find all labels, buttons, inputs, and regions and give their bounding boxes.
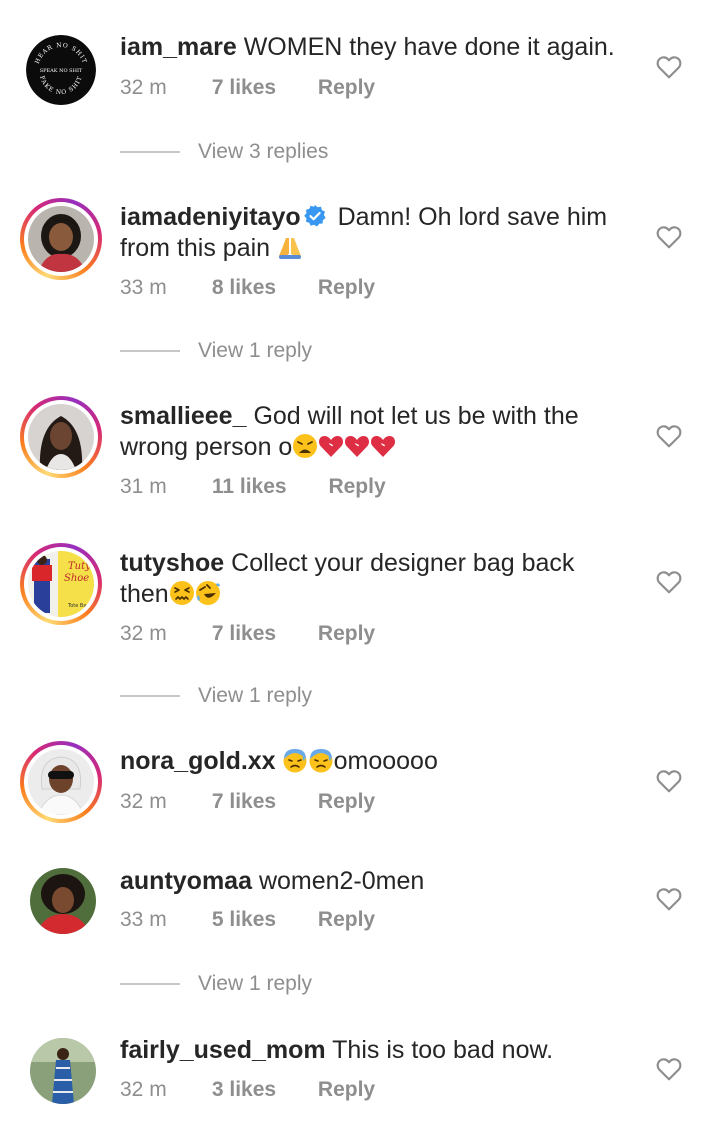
comment-meta: 32 m 3 likes Reply [120, 1078, 375, 1102]
divider-line [120, 350, 180, 352]
avatar[interactable] [30, 868, 96, 934]
avatar[interactable] [20, 198, 102, 280]
divider-line [120, 695, 180, 697]
broken-heart-icon [345, 436, 370, 457]
view-replies-label[interactable]: View 1 reply [198, 684, 312, 708]
heart-outline-icon[interactable] [656, 887, 682, 911]
comment-meta: 32 m 7 likes Reply [120, 622, 375, 646]
heart-outline-icon[interactable] [656, 55, 682, 79]
heart-outline-icon[interactable] [656, 424, 682, 448]
comment-body: fairly_used_mom This is too bad now. [120, 1035, 640, 1066]
reply-button[interactable]: Reply [318, 908, 375, 932]
view-replies-button[interactable]: View 1 reply [120, 684, 312, 708]
divider-line [120, 983, 180, 985]
heart-outline-icon[interactable] [656, 225, 682, 249]
comment-username[interactable]: nora_gold.xx [120, 747, 276, 775]
comment-meta: 32 m 7 likes Reply [120, 76, 375, 100]
comment-time: 32 m [120, 76, 167, 99]
comment-likes[interactable]: 11 likes [212, 475, 287, 499]
avatar[interactable] [30, 1038, 96, 1104]
comment-body: iamadeniyitayo Damn! Oh lord save him fr… [120, 202, 640, 264]
comment-text-line-1: Damn! Oh lord save him [337, 203, 608, 231]
comment-username[interactable]: iamadeniyitayo [120, 203, 301, 231]
comment-time: 33 m [120, 276, 167, 299]
view-replies-button[interactable]: View 1 reply [120, 972, 312, 996]
verified-badge-icon [303, 205, 326, 227]
view-replies-label[interactable]: View 1 reply [198, 972, 312, 996]
comment-body: iam_mare WOMEN they have done it again. [120, 32, 640, 63]
comment-username[interactable]: fairly_used_mom [120, 1036, 326, 1064]
reply-button[interactable]: Reply [328, 475, 385, 499]
heart-outline-icon[interactable] [656, 1057, 682, 1081]
avatar[interactable]: Tuty Shoe Tote Bag [20, 543, 102, 625]
comment-username[interactable]: tutyshoe [120, 549, 224, 577]
comment-text: women2-0men [258, 867, 425, 895]
svg-text:Tuty: Tuty [68, 561, 91, 572]
comment-time: 32 m [120, 622, 167, 645]
comment-username[interactable]: smallieee_ [120, 402, 247, 430]
avatar-image: Tuty Shoe Tote Bag [28, 551, 94, 617]
comment-body: tutyshoe Collect your designer bag back … [120, 548, 640, 610]
reply-button[interactable]: Reply [318, 76, 375, 100]
comment-text: This is too bad now. [332, 1036, 554, 1064]
avatar[interactable]: HEAR NO SHIT SPEAK NO SHIT FAKE NO SHIT [26, 35, 96, 105]
view-replies-label[interactable]: View 1 reply [198, 339, 312, 363]
comment-likes[interactable]: 7 likes [212, 76, 276, 100]
reply-button[interactable]: Reply [318, 276, 375, 300]
comment-likes[interactable]: 8 likes [212, 276, 276, 300]
avatar-image [30, 1038, 96, 1104]
comment-time: 33 m [120, 908, 167, 931]
comment-likes[interactable]: 7 likes [212, 790, 276, 814]
confounded-face-icon [169, 581, 194, 605]
avatar-image [28, 749, 94, 815]
comment-body: nora_gold.xx omooooo [120, 746, 640, 777]
comment-time: 32 m [120, 790, 167, 813]
view-replies-label[interactable]: View 3 replies [198, 140, 328, 164]
comment-text-line-2: then [120, 580, 169, 608]
comment-body: auntyomaa women2-0men [120, 866, 640, 897]
comment-text-line-1: God will not let us be with the [253, 402, 579, 430]
comment-likes[interactable]: 3 likes [212, 1078, 276, 1102]
avatar-image: HEAR NO SHIT SPEAK NO SHIT FAKE NO SHIT [26, 35, 96, 105]
view-replies-button[interactable]: View 3 replies [120, 140, 328, 164]
avatar[interactable] [20, 396, 102, 478]
comment-text-line-2: from this pain [120, 234, 271, 262]
reply-button[interactable]: Reply [318, 1078, 375, 1102]
reply-button[interactable]: Reply [318, 622, 375, 646]
downcast-face-with-sweat-icon [309, 749, 333, 773]
comment-text-line-1: Collect your designer bag back [231, 549, 575, 577]
view-replies-button[interactable]: View 1 reply [120, 339, 312, 363]
avatar-image [28, 404, 94, 470]
comment-meta: 32 m 7 likes Reply [120, 790, 375, 814]
svg-text:Tote Bag: Tote Bag [67, 603, 90, 609]
comment-likes[interactable]: 5 likes [212, 908, 276, 932]
rolling-on-floor-laughing-icon [195, 581, 220, 605]
comment-time: 31 m [120, 475, 167, 498]
broken-heart-icon [371, 436, 396, 457]
avatar-image [28, 206, 94, 272]
comment-meta: 33 m 5 likes Reply [120, 908, 375, 932]
svg-text:Shoe: Shoe [64, 573, 89, 584]
comment-meta: 33 m 8 likes Reply [120, 276, 375, 300]
comment-time: 32 m [120, 1078, 167, 1101]
divider-line [120, 151, 180, 153]
heart-outline-icon[interactable] [656, 570, 682, 594]
comment-username[interactable]: iam_mare [120, 33, 237, 61]
comment-username[interactable]: auntyomaa [120, 867, 252, 895]
broken-heart-icon [319, 436, 344, 457]
reply-button[interactable]: Reply [318, 790, 375, 814]
avatar[interactable] [20, 741, 102, 823]
comment-text: WOMEN they have done it again. [243, 33, 615, 61]
downcast-face-with-sweat-icon [283, 749, 307, 773]
folded-hands-icon [279, 238, 302, 259]
comment-likes[interactable]: 7 likes [212, 622, 276, 646]
svg-text:SPEAK NO SHIT: SPEAK NO SHIT [40, 68, 83, 74]
comment-body: smallieee_ God will not let us be with t… [120, 401, 640, 463]
avatar-image [30, 868, 96, 934]
weary-face-icon [293, 434, 318, 458]
comment-text-line-2: wrong person o [120, 433, 293, 461]
comment-text: omooooo [333, 747, 438, 775]
comment-meta: 31 m 11 likes Reply [120, 475, 386, 499]
heart-outline-icon[interactable] [656, 769, 682, 793]
